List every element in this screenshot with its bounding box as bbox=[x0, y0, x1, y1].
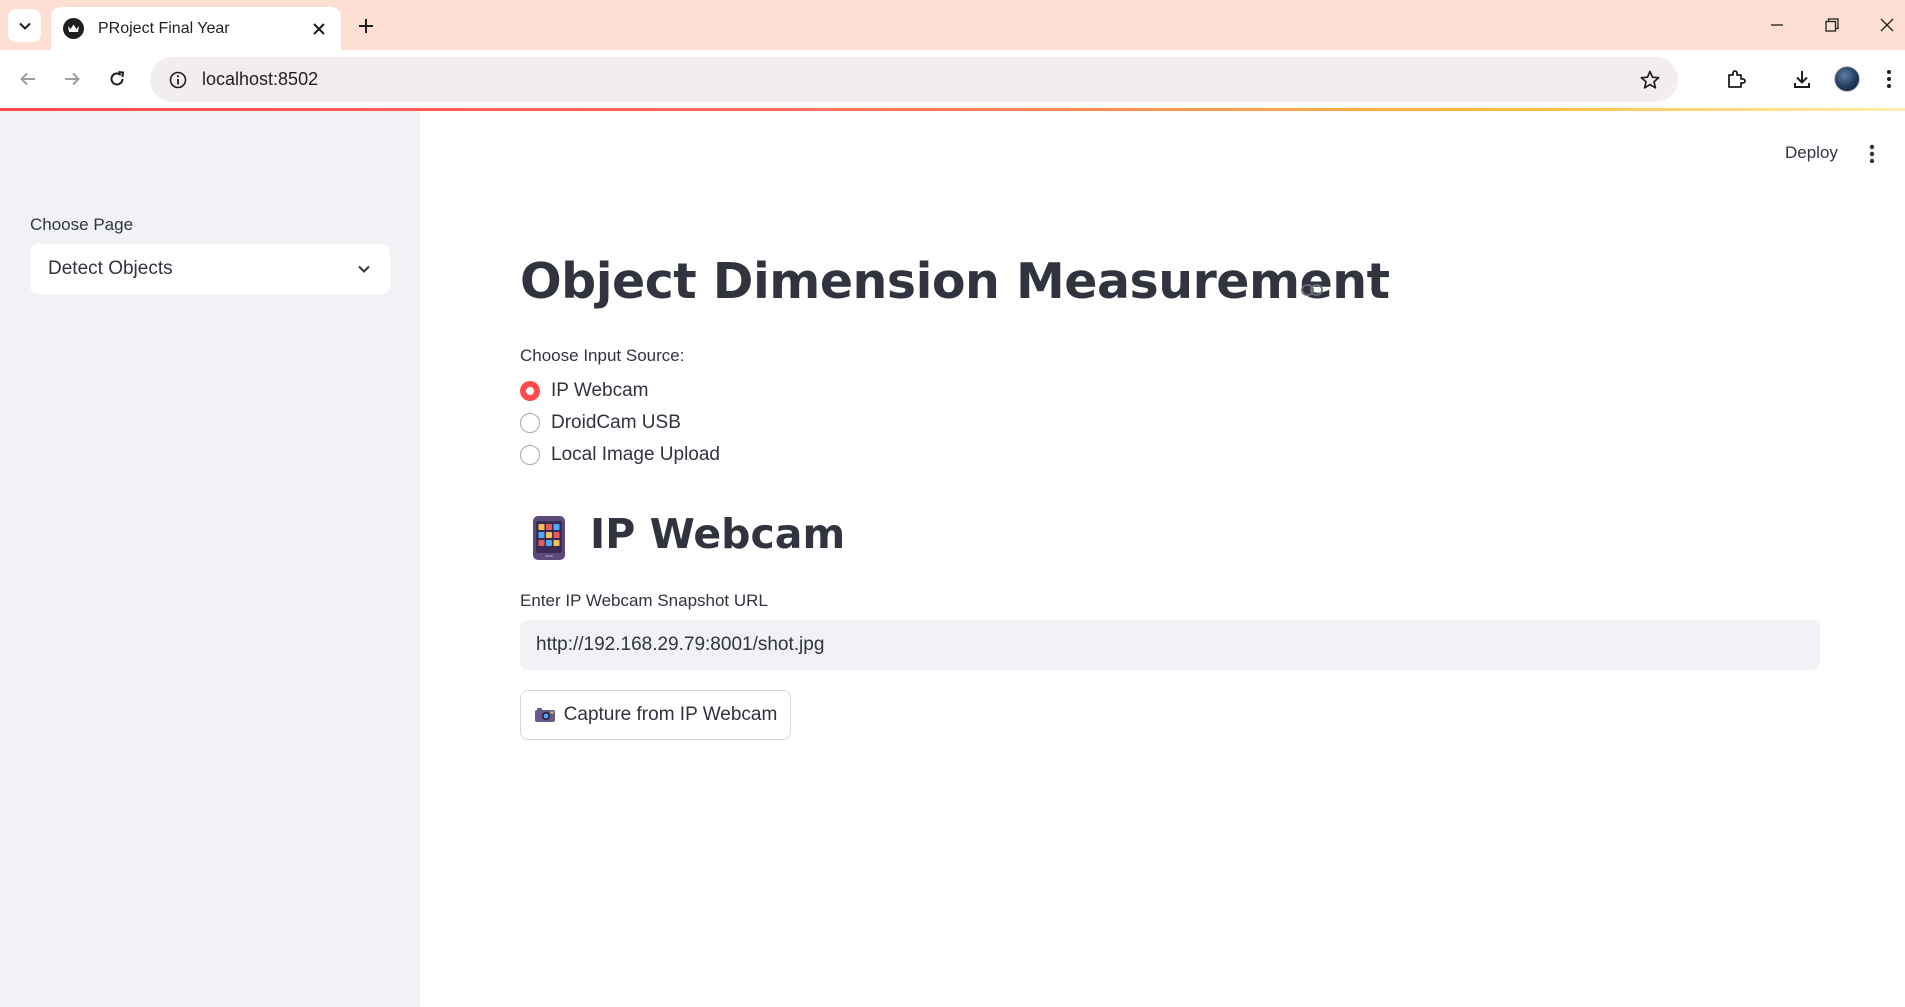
tab-title: PRoject Final Year bbox=[98, 19, 230, 37]
address-bar[interactable]: localhost:8502 bbox=[150, 57, 1678, 102]
reload-icon[interactable] bbox=[100, 62, 134, 96]
back-arrow-icon[interactable] bbox=[11, 62, 45, 96]
streamlit-crown-icon bbox=[63, 18, 84, 39]
capture-button-label: Capture from IP Webcam bbox=[563, 704, 778, 725]
site-info-icon[interactable] bbox=[156, 57, 200, 102]
radio-label: DroidCam USB bbox=[551, 412, 681, 433]
input-source-label: Choose Input Source: bbox=[520, 346, 685, 365]
tab-search-button[interactable] bbox=[8, 9, 41, 42]
page-title: Object Dimension Measurement bbox=[520, 253, 1390, 310]
browser-toolbar: localhost:8502 bbox=[0, 50, 1905, 110]
extensions-puzzle-icon[interactable] bbox=[1719, 62, 1753, 96]
close-tab-icon[interactable] bbox=[309, 19, 329, 39]
section-title: IP Webcam bbox=[590, 510, 846, 558]
app-menu-icon[interactable] bbox=[1860, 142, 1884, 166]
chevron-down-icon bbox=[358, 265, 370, 273]
url-text: localhost:8502 bbox=[202, 69, 319, 89]
camera-icon bbox=[534, 708, 555, 722]
webcam-url-input[interactable] bbox=[520, 620, 1820, 670]
page-select-value: Detect Objects bbox=[48, 258, 173, 279]
close-window-icon[interactable] bbox=[1864, 8, 1905, 42]
browser-menu-icon[interactable] bbox=[1872, 62, 1905, 96]
radio-droidcam-usb[interactable]: DroidCam USB bbox=[520, 411, 681, 435]
deploy-button[interactable]: Deploy bbox=[1785, 143, 1838, 163]
radio-ip-webcam[interactable]: IP Webcam bbox=[520, 379, 649, 403]
choose-page-label: Choose Page bbox=[30, 215, 134, 234]
browser-titlebar: PRoject Final Year bbox=[0, 0, 1905, 50]
link-icon[interactable] bbox=[1301, 283, 1323, 297]
radio-button-checked[interactable] bbox=[520, 381, 540, 401]
minimize-icon[interactable] bbox=[1754, 8, 1800, 42]
radio-button[interactable] bbox=[520, 413, 540, 433]
url-input-label: Enter IP Webcam Snapshot URL bbox=[520, 591, 768, 610]
radio-button[interactable] bbox=[520, 445, 540, 465]
radio-local-image-upload[interactable]: Local Image Upload bbox=[520, 443, 720, 467]
mobile-phone-icon bbox=[533, 516, 565, 560]
browser-tab[interactable]: PRoject Final Year bbox=[51, 7, 341, 50]
restore-icon[interactable] bbox=[1809, 8, 1855, 42]
capture-button[interactable]: Capture from IP Webcam bbox=[520, 690, 791, 740]
radio-label: Local Image Upload bbox=[551, 444, 720, 465]
chevron-down-icon bbox=[18, 22, 31, 30]
main-content bbox=[420, 111, 1905, 1007]
download-icon[interactable] bbox=[1785, 62, 1819, 96]
forward-arrow-icon[interactable] bbox=[55, 62, 89, 96]
radio-label: IP Webcam bbox=[551, 380, 649, 401]
new-tab-icon[interactable] bbox=[352, 12, 380, 40]
page-select[interactable]: Detect Objects bbox=[30, 244, 390, 294]
bookmark-star-icon[interactable] bbox=[1638, 68, 1662, 92]
sidebar: Choose Page Detect Objects bbox=[0, 111, 420, 1007]
profile-avatar[interactable] bbox=[1834, 66, 1860, 92]
